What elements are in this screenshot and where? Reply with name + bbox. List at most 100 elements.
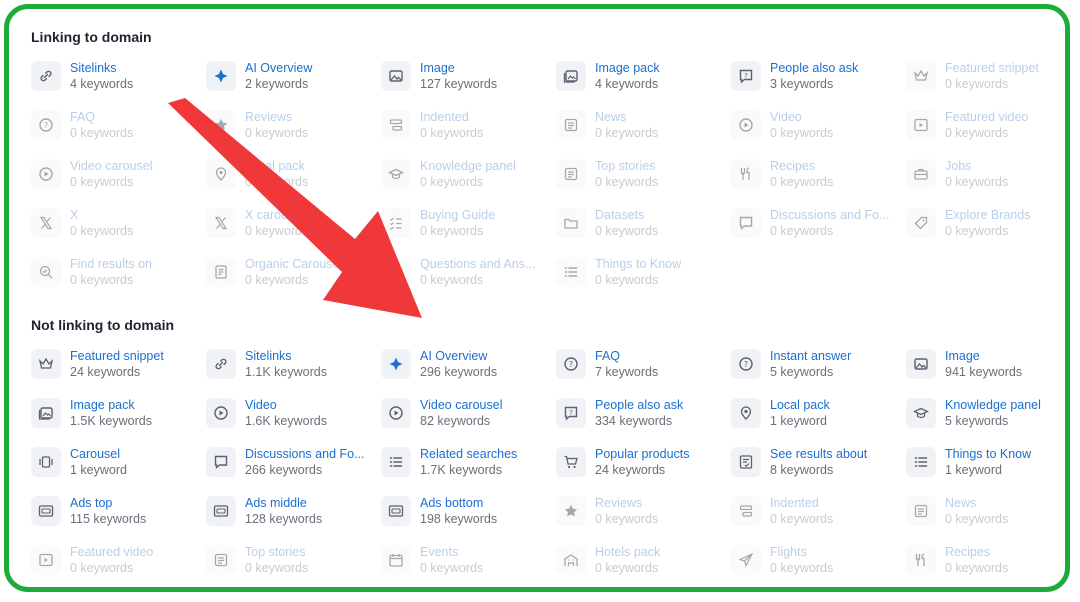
- serp-feature-name[interactable]: Related searches: [420, 446, 517, 462]
- serp-feature-item[interactable]: Local pack 1 keyword: [731, 397, 906, 446]
- serp-feature-name[interactable]: People also ask: [770, 60, 858, 76]
- serp-feature-item: Recipes 0 keywords: [906, 544, 1080, 593]
- serp-feature-item[interactable]: Knowledge panel 5 keywords: [906, 397, 1080, 446]
- keyword-count: 0 keywords: [420, 224, 484, 238]
- keyword-count: 1 keyword: [70, 463, 127, 477]
- serp-feature-name[interactable]: People also ask: [595, 397, 683, 413]
- serp-feature-name[interactable]: Featured snippet: [70, 348, 164, 364]
- serp-feature-item: Recipes 0 keywords: [731, 158, 906, 207]
- serp-feature-item[interactable]: Video carousel 82 keywords: [381, 397, 556, 446]
- serp-feature-name[interactable]: Ads top: [70, 495, 146, 511]
- featured-video-icon: [31, 545, 61, 575]
- news-icon: [556, 159, 586, 189]
- ad-icon: [31, 496, 61, 526]
- serp-feature-item[interactable]: ? People also ask 3 keywords: [731, 60, 906, 109]
- serp-feature-item: Featured video 0 keywords: [31, 544, 206, 593]
- serp-feature-item: News 0 keywords: [556, 109, 731, 158]
- keyword-count: 198 keywords: [420, 512, 498, 526]
- serp-feature-item[interactable]: Image 941 keywords: [906, 348, 1080, 397]
- serp-feature-item[interactable]: Image 127 keywords: [381, 60, 556, 109]
- serp-feature-name[interactable]: Things to Know: [945, 446, 1031, 462]
- serp-feature-name[interactable]: Instant answer: [770, 348, 851, 364]
- keyword-count: 1.7K keywords: [420, 463, 502, 477]
- serp-feature-name: Reviews: [595, 496, 643, 510]
- keyword-count: 0 keywords: [70, 175, 134, 189]
- keyword-count: 82 keywords: [420, 414, 491, 428]
- serp-features-not-linking-grid: Featured snippet 24 keywords Sitelinks 1.1K…: [31, 348, 1080, 593]
- serp-feature-item[interactable]: Ads middle 128 keywords: [206, 495, 381, 544]
- keyword-count: 0 keywords: [420, 273, 484, 287]
- serp-feature-item[interactable]: ? FAQ 7 keywords: [556, 348, 731, 397]
- serp-feature-item[interactable]: Image pack 1.5K keywords: [31, 397, 206, 446]
- serp-feature-item[interactable]: Ads bottom 198 keywords: [381, 495, 556, 544]
- people-also-ask-icon: ?: [556, 398, 586, 428]
- serp-feature-item[interactable]: AI Overview 296 keywords: [381, 348, 556, 397]
- serp-feature-item[interactable]: Popular products 24 keywords: [556, 446, 731, 495]
- keyword-count: 0 keywords: [70, 126, 134, 140]
- serp-feature-name[interactable]: See results about: [770, 446, 867, 462]
- serp-feature-item: X carousel 0 keywords: [206, 207, 381, 256]
- serp-feature-item[interactable]: Carousel 1 keyword: [31, 446, 206, 495]
- serp-feature-name: FAQ: [70, 110, 96, 124]
- serp-feature-name[interactable]: Image: [420, 60, 497, 76]
- serp-feature-item[interactable]: Discussions and Fo... 266 keywords: [206, 446, 381, 495]
- checklist-icon: [381, 208, 411, 238]
- keyword-count: 0 keywords: [770, 512, 834, 526]
- serp-feature-item[interactable]: Ads top 115 keywords: [31, 495, 206, 544]
- keyword-count: 334 keywords: [595, 414, 673, 428]
- serp-feature-item[interactable]: Video 1.6K keywords: [206, 397, 381, 446]
- serp-feature-item: Top stories 0 keywords: [556, 158, 731, 207]
- serp-feature-name[interactable]: Image pack: [595, 60, 660, 76]
- qa-icon: [381, 257, 411, 287]
- serp-feature-item[interactable]: Things to Know 1 keyword: [906, 446, 1080, 495]
- serp-feature-item[interactable]: See results about 8 keywords: [731, 446, 906, 495]
- folder-icon: [556, 208, 586, 238]
- serp-feature-item[interactable]: Related searches 1.7K keywords: [381, 446, 556, 495]
- serp-feature-name[interactable]: Ads bottom: [420, 495, 497, 511]
- serp-feature-name: Explore Brands: [945, 208, 1031, 222]
- serp-feature-name[interactable]: FAQ: [595, 348, 658, 364]
- serp-feature-name[interactable]: Video: [245, 397, 327, 413]
- serp-feature-item: Reviews 0 keywords: [556, 495, 731, 544]
- serp-feature-item[interactable]: ? People also ask 334 keywords: [556, 397, 731, 446]
- keyword-count: 24 keywords: [595, 463, 666, 477]
- keyword-count: 128 keywords: [245, 512, 323, 526]
- serp-feature-name[interactable]: Knowledge panel: [945, 397, 1041, 413]
- serp-feature-item[interactable]: ? Instant answer 5 keywords: [731, 348, 906, 397]
- serp-feature-name[interactable]: Discussions and Fo...: [245, 446, 365, 462]
- serp-feature-item: Local pack 0 keywords: [206, 158, 381, 207]
- keyword-count: 0 keywords: [595, 273, 659, 287]
- serp-feature-item[interactable]: Image pack 4 keywords: [556, 60, 731, 109]
- serp-feature-item[interactable]: Featured snippet 24 keywords: [31, 348, 206, 397]
- serp-feature-item[interactable]: Sitelinks 4 keywords: [31, 60, 206, 109]
- serp-feature-name: Organic Carousel: [245, 257, 343, 271]
- keyword-count: 0 keywords: [245, 175, 309, 189]
- serp-feature-item: Discussions and Fo... 0 keywords: [731, 207, 906, 256]
- keyword-count: 3 keywords: [770, 77, 834, 91]
- serp-feature-item[interactable]: AI Overview 2 keywords: [206, 60, 381, 109]
- serp-feature-name[interactable]: AI Overview: [420, 348, 497, 364]
- serp-feature-name[interactable]: Video carousel: [420, 397, 502, 413]
- question-icon: ?: [556, 349, 586, 379]
- keyword-count: 0 keywords: [595, 224, 659, 238]
- serp-feature-name: Hotels pack: [595, 545, 661, 559]
- keyword-count: 0 keywords: [945, 126, 1009, 140]
- serp-feature-name[interactable]: Sitelinks: [245, 348, 327, 364]
- serp-feature-name[interactable]: Carousel: [70, 446, 127, 462]
- serp-feature-name[interactable]: Local pack: [770, 397, 830, 413]
- briefcase-icon: [906, 159, 936, 189]
- serp-feature-name[interactable]: Ads middle: [245, 495, 322, 511]
- keyword-count: 127 keywords: [420, 77, 498, 91]
- keyword-count: 0 keywords: [770, 224, 834, 238]
- x-logo-icon: [31, 208, 61, 238]
- keyword-count: 0 keywords: [245, 273, 309, 287]
- serp-feature-name[interactable]: AI Overview: [245, 60, 312, 76]
- serp-feature-name[interactable]: Sitelinks: [70, 60, 133, 76]
- serp-feature-name[interactable]: Popular products: [595, 446, 690, 462]
- serp-feature-name[interactable]: Image pack: [70, 397, 152, 413]
- hotel-icon: [556, 545, 586, 575]
- serp-feature-item[interactable]: Sitelinks 1.1K keywords: [206, 348, 381, 397]
- serp-feature-name: Recipes: [770, 159, 816, 173]
- list-icon: [556, 257, 586, 287]
- serp-feature-name[interactable]: Image: [945, 348, 1022, 364]
